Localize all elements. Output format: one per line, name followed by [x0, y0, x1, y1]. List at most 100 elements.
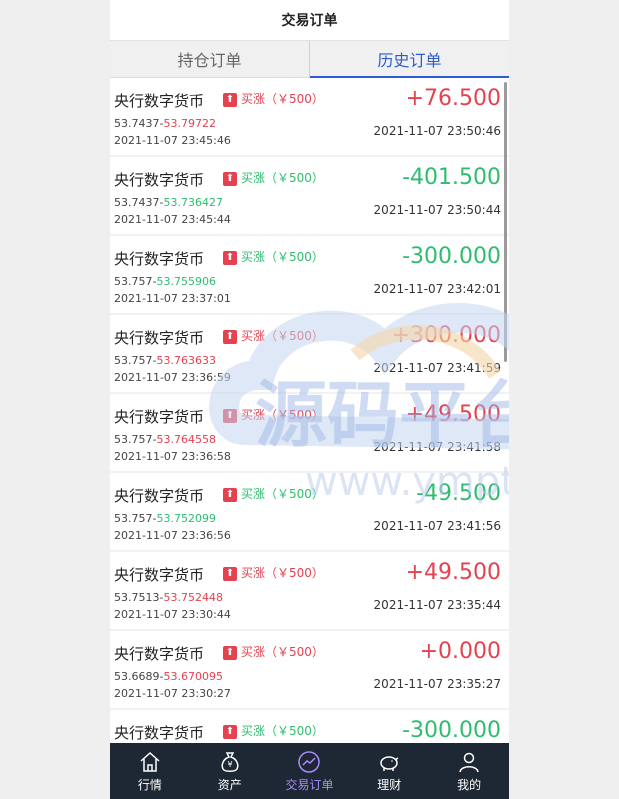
order-asset-name: 央行数字货币 — [114, 92, 205, 110]
order-asset-name: 央行数字货币 — [114, 566, 205, 584]
order-list[interactable]: 央行数字货币 ⬆ 买涨（￥500） 53.7437-53.79722 2021-… — [110, 78, 509, 743]
open-price: 53.757 — [114, 433, 153, 446]
arrow-up-icon: ⬆ — [223, 330, 237, 344]
order-prices: 53.7437-53.736427 — [114, 196, 223, 209]
order-close-time: 2021-11-07 23:41:56 — [373, 519, 501, 533]
open-price: 53.6689 — [114, 670, 160, 683]
order-prices: 53.6689-53.670095 — [114, 670, 223, 683]
close-price: 53.764558 — [156, 433, 216, 446]
nav-assets-label: 资产 — [217, 777, 242, 792]
arrow-up-icon: ⬆ — [223, 725, 237, 739]
order-prices: 53.7437-53.79722 — [114, 117, 216, 130]
order-direction: 买涨（￥500） — [241, 487, 324, 501]
order-direction: 买涨（￥500） — [241, 92, 324, 106]
user-icon — [459, 752, 479, 772]
arrow-up-icon: ⬆ — [223, 646, 237, 660]
order-asset-name: 央行数字货币 — [114, 250, 205, 268]
order-row[interactable]: 央行数字货币 ⬆ 买涨（￥500） -300.000 — [110, 710, 509, 743]
nav-trade-orders-label: 交易订单 — [285, 777, 334, 792]
piggy-bank-icon — [380, 755, 399, 771]
tab-holding-orders[interactable]: 持仓订单 — [110, 41, 309, 77]
chart-line-icon — [298, 750, 321, 773]
order-profit-loss: +300.000 — [391, 323, 501, 348]
order-close-time: 2021-11-07 23:35:27 — [373, 677, 501, 691]
order-prices: 53.757-53.763633 — [114, 354, 216, 367]
order-direction: 买涨（￥500） — [241, 329, 324, 343]
order-row[interactable]: 央行数字货币 ⬆ 买涨（￥500） 53.6689-53.670095 2021… — [110, 631, 509, 708]
nav-market-label: 行情 — [137, 777, 162, 792]
close-price: 53.736427 — [163, 196, 223, 209]
app-frame: 交易订单 持仓订单 历史订单 央行数字货币 ⬆ 买涨（￥500） 53.7437… — [110, 0, 509, 799]
order-profit-loss: -300.000 — [402, 718, 501, 743]
order-profit-loss: -49.500 — [416, 481, 501, 506]
order-open-time: 2021-11-07 23:36:59 — [114, 371, 231, 384]
tab-history-orders[interactable]: 历史订单 — [309, 41, 509, 78]
nav-finance-label: 理财 — [377, 777, 402, 792]
order-row[interactable]: 央行数字货币 ⬆ 买涨（￥500） 53.757-53.763633 2021-… — [110, 315, 509, 392]
order-direction: 买涨（￥500） — [241, 566, 324, 580]
arrow-up-icon: ⬆ — [223, 172, 237, 186]
nav-trade-orders[interactable]: 交易订单 — [270, 743, 350, 799]
order-open-time: 2021-11-07 23:30:44 — [114, 608, 231, 621]
order-prices: 53.7513-53.752448 — [114, 591, 223, 604]
order-open-time: 2021-11-07 23:45:44 — [114, 213, 231, 226]
order-open-time: 2021-11-07 23:37:01 — [114, 292, 231, 305]
scrollbar[interactable] — [504, 82, 507, 362]
order-direction: 买涨（￥500） — [241, 250, 324, 264]
order-open-time: 2021-11-07 23:36:58 — [114, 450, 231, 463]
bottom-nav: 行情 ¥ 资产 交易订单 理财 我的 — [110, 743, 509, 799]
arrow-up-icon: ⬆ — [223, 93, 237, 107]
order-close-time: 2021-11-07 23:50:44 — [373, 203, 501, 217]
page-title: 交易订单 — [110, 0, 509, 41]
order-row[interactable]: 央行数字货币 ⬆ 买涨（￥500） 53.7437-53.79722 2021-… — [110, 78, 509, 155]
order-asset-name: 央行数字货币 — [114, 645, 205, 663]
nav-finance[interactable]: 理财 — [349, 743, 429, 799]
open-price: 53.757 — [114, 275, 153, 288]
open-price: 53.7437 — [114, 117, 160, 130]
order-direction: 买涨（￥500） — [241, 724, 324, 738]
close-price: 53.763633 — [156, 354, 216, 367]
close-price: 53.752099 — [156, 512, 216, 525]
order-asset-name: 央行数字货币 — [114, 487, 205, 505]
order-profit-loss: +49.500 — [405, 560, 501, 585]
order-profit-loss: +0.000 — [419, 639, 501, 664]
order-prices: 53.757-53.755906 — [114, 275, 216, 288]
order-open-time: 2021-11-07 23:36:56 — [114, 529, 231, 542]
order-open-time: 2021-11-07 23:30:27 — [114, 687, 231, 700]
order-row[interactable]: 央行数字货币 ⬆ 买涨（￥500） 53.757-53.752099 2021-… — [110, 473, 509, 550]
arrow-up-icon: ⬆ — [223, 251, 237, 265]
arrow-up-icon: ⬆ — [223, 409, 237, 423]
order-close-time: 2021-11-07 23:35:44 — [373, 598, 501, 612]
market-icon — [140, 751, 160, 772]
close-price: 53.670095 — [163, 670, 223, 683]
order-direction: 买涨（￥500） — [241, 645, 324, 659]
arrow-up-icon: ⬆ — [223, 488, 237, 502]
order-prices: 53.757-53.764558 — [114, 433, 216, 446]
order-asset-name: 央行数字货币 — [114, 329, 205, 347]
order-close-time: 2021-11-07 23:41:59 — [373, 361, 501, 375]
nav-market[interactable]: 行情 — [110, 743, 190, 799]
close-price: 53.755906 — [156, 275, 216, 288]
order-row[interactable]: 央行数字货币 ⬆ 买涨（￥500） 53.7437-53.736427 2021… — [110, 157, 509, 234]
order-asset-name: 央行数字货币 — [114, 408, 205, 426]
nav-mine-label: 我的 — [457, 777, 482, 792]
order-profit-loss: -300.000 — [402, 244, 501, 269]
order-close-time: 2021-11-07 23:42:01 — [373, 282, 501, 296]
order-asset-name: 央行数字货币 — [114, 171, 205, 189]
order-prices: 53.757-53.752099 — [114, 512, 216, 525]
open-price: 53.7437 — [114, 196, 160, 209]
nav-mine[interactable]: 我的 — [429, 743, 509, 799]
arrow-up-icon: ⬆ — [223, 567, 237, 581]
order-open-time: 2021-11-07 23:45:46 — [114, 134, 231, 147]
order-profit-loss: -401.500 — [402, 165, 501, 190]
order-row[interactable]: 央行数字货币 ⬆ 买涨（￥500） 53.757-53.755906 2021-… — [110, 236, 509, 313]
svg-text:¥: ¥ — [227, 760, 232, 769]
nav-assets[interactable]: ¥ 资产 — [190, 743, 270, 799]
money-bag-icon: ¥ — [221, 751, 239, 772]
order-row[interactable]: 央行数字货币 ⬆ 买涨（￥500） 53.757-53.764558 2021-… — [110, 394, 509, 471]
open-price: 53.757 — [114, 354, 153, 367]
open-price: 53.757 — [114, 512, 153, 525]
order-profit-loss: +49.500 — [405, 402, 501, 427]
order-row[interactable]: 央行数字货币 ⬆ 买涨（￥500） 53.7513-53.752448 2021… — [110, 552, 509, 629]
close-price: 53.752448 — [163, 591, 223, 604]
